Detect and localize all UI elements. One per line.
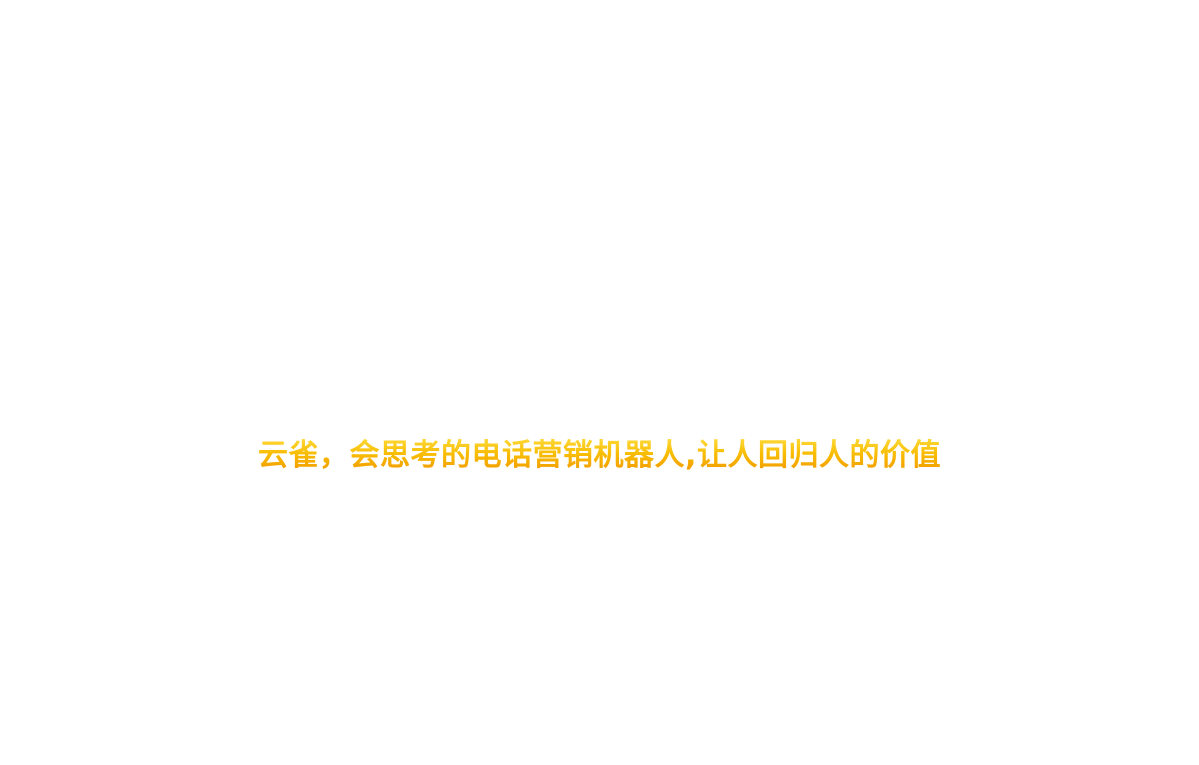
- hero-section: 云雀，会思考的电话营销机器人,让人回归人的价值: [0, 0, 1199, 765]
- hero-tagline: 云雀，会思考的电话营销机器人,让人回归人的价值: [0, 436, 1199, 476]
